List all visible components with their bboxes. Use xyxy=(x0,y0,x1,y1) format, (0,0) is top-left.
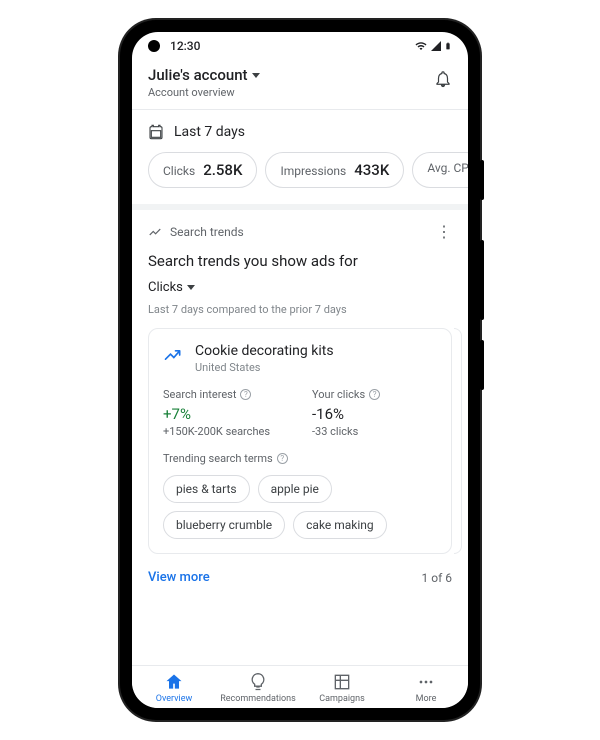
more-menu-icon[interactable]: ⋮ xyxy=(436,224,452,240)
your-clicks-detail: -33 clicks xyxy=(312,425,437,438)
help-icon[interactable]: ? xyxy=(240,389,251,400)
battery-icon xyxy=(444,39,452,53)
trend-card-region: United States xyxy=(195,361,334,374)
account-name: Julie's account xyxy=(148,66,248,84)
signal-icon xyxy=(430,40,442,52)
screen: 12:30 Julie's account Account overview xyxy=(132,32,468,708)
lightbulb-icon xyxy=(248,672,268,692)
next-card-peek[interactable] xyxy=(454,328,462,554)
compare-text: Last 7 days compared to the prior 7 days xyxy=(148,303,452,316)
trend-card-title: Cookie decorating kits xyxy=(195,343,334,359)
nav-campaigns[interactable]: Campaigns xyxy=(300,672,384,704)
search-trends-section: Search trends ⋮ Search trends you show a… xyxy=(132,210,468,601)
phone-side-button xyxy=(480,240,484,320)
more-icon xyxy=(416,672,436,692)
help-icon[interactable]: ? xyxy=(369,389,380,400)
status-indicators xyxy=(414,32,452,60)
view-more-link[interactable]: View more xyxy=(148,570,210,585)
term-pill[interactable]: cake making xyxy=(293,511,387,539)
content-scroll[interactable]: Last 7 days Clicks 2.58K Impressions 433… xyxy=(132,110,468,665)
home-icon xyxy=(164,672,184,692)
nav-more[interactable]: More xyxy=(384,672,468,704)
stat-label: Avg. CP xyxy=(427,161,468,175)
section-eyebrow: Search trends xyxy=(148,225,244,239)
trend-card[interactable]: Cookie decorating kits United States Sea… xyxy=(148,328,452,554)
date-range-selector[interactable]: Last 7 days xyxy=(132,110,468,152)
campaigns-icon xyxy=(332,672,352,692)
stat-label: Clicks xyxy=(163,164,195,178)
stats-row[interactable]: Clicks 2.58K Impressions 433K Avg. CP xyxy=(132,152,468,204)
stat-pill-impressions[interactable]: Impressions 433K xyxy=(265,152,404,188)
app-header: Julie's account Account overview xyxy=(132,60,468,110)
stat-value: 2.58K xyxy=(203,161,242,179)
search-interest-stat: Search interest ? +7% +150K-200K searche… xyxy=(163,388,288,438)
your-clicks-stat: Your clicks ? -16% -33 clicks xyxy=(312,388,437,438)
search-interest-delta: +7% xyxy=(163,405,288,423)
date-range-label: Last 7 days xyxy=(174,124,245,140)
phone-side-button xyxy=(480,340,484,390)
phone-frame: 12:30 Julie's account Account overview xyxy=(120,20,480,720)
trending-terms-label: Trending search terms ? xyxy=(163,452,437,465)
wifi-icon xyxy=(414,40,428,52)
account-selector[interactable]: Julie's account xyxy=(148,66,260,84)
metric-selector[interactable]: Clicks xyxy=(148,280,452,295)
status-time: 12:30 xyxy=(170,39,200,53)
chevron-down-icon xyxy=(187,285,195,290)
term-pill[interactable]: blueberry crumble xyxy=(163,511,285,539)
calendar-icon xyxy=(148,124,164,140)
stat-pill-avg-cp[interactable]: Avg. CP xyxy=(412,152,468,188)
trending-up-icon xyxy=(163,345,183,365)
status-bar: 12:30 xyxy=(132,32,468,60)
term-pill[interactable]: apple pie xyxy=(258,475,332,503)
stat-pill-clicks[interactable]: Clicks 2.58K xyxy=(148,152,257,188)
term-pill[interactable]: pies & tarts xyxy=(163,475,250,503)
notifications-icon[interactable] xyxy=(434,70,452,88)
stat-label: Impressions xyxy=(280,164,346,178)
chevron-down-icon xyxy=(252,73,260,78)
trend-icon xyxy=(148,225,162,239)
header-subtitle: Account overview xyxy=(148,86,260,99)
search-interest-detail: +150K-200K searches xyxy=(163,425,288,438)
phone-side-button xyxy=(480,160,484,200)
metric-selected: Clicks xyxy=(148,280,183,295)
trending-terms-row: pies & tarts apple pie blueberry crumble… xyxy=(163,475,437,539)
nav-recommendations[interactable]: Recommendations xyxy=(216,672,300,704)
help-icon[interactable]: ? xyxy=(277,453,288,464)
stat-value: 433K xyxy=(354,161,389,179)
bottom-nav: Overview Recommendations Campaigns More xyxy=(132,665,468,708)
camera-dot xyxy=(148,40,160,52)
pager-text: 1 of 6 xyxy=(422,571,452,585)
your-clicks-delta: -16% xyxy=(312,405,437,423)
section-title: Search trends you show ads for xyxy=(148,252,452,270)
nav-overview[interactable]: Overview xyxy=(132,672,216,704)
